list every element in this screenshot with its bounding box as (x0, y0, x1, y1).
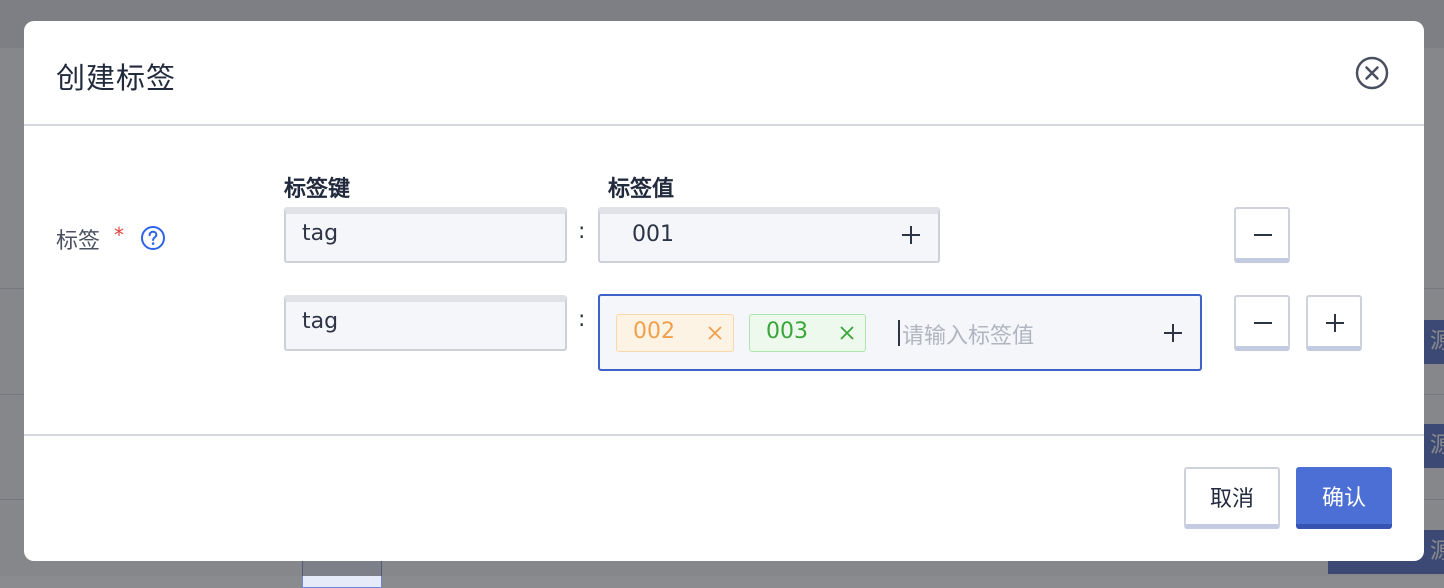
help-circle-icon[interactable] (140, 225, 166, 251)
tag-key-input[interactable]: tag (284, 207, 567, 263)
key-value-separator: : (578, 219, 586, 244)
plus-icon[interactable] (900, 224, 922, 246)
key-value-separator: : (578, 307, 586, 332)
tag-value-input[interactable]: 001 (598, 207, 940, 263)
tag-chip-label: 002 (633, 319, 675, 344)
close-circle-icon (1355, 56, 1389, 90)
tag-chip: 002 (616, 314, 734, 352)
remove-row-button[interactable] (1234, 207, 1290, 263)
tag-value-text: 001 (632, 222, 674, 247)
remove-row-button[interactable] (1234, 295, 1290, 351)
minus-icon (1254, 234, 1272, 236)
minus-icon (1254, 322, 1272, 324)
tag-value-multi-input[interactable]: 002 003 请输入标签值 (598, 294, 1202, 371)
text-caret (898, 320, 900, 346)
required-mark: * (114, 223, 124, 247)
plus-icon[interactable] (1162, 322, 1184, 344)
close-button[interactable] (1355, 56, 1389, 90)
confirm-button[interactable]: 确认 (1296, 467, 1392, 529)
close-icon[interactable] (707, 325, 723, 341)
dialog-title: 创建标签 (56, 61, 177, 95)
close-icon[interactable] (839, 325, 855, 341)
add-row-button[interactable] (1306, 295, 1362, 351)
header-divider (24, 124, 1424, 126)
tag-chip-label: 003 (766, 319, 808, 344)
tag-field-label: 标签 (56, 229, 101, 254)
cancel-button[interactable]: 取消 (1184, 467, 1280, 529)
tag-chip: 003 (749, 314, 866, 352)
tag-value-header: 标签值 (608, 177, 675, 202)
plus-icon (1326, 314, 1344, 332)
create-tag-dialog: 创建标签 标签 * 标签键 标签值 tag : 001 tag : 002 00… (24, 21, 1424, 561)
footer-divider (24, 434, 1424, 436)
tag-key-header: 标签键 (284, 177, 351, 202)
tag-key-input[interactable]: tag (284, 295, 567, 351)
tag-value-placeholder[interactable]: 请输入标签值 (902, 318, 1034, 350)
